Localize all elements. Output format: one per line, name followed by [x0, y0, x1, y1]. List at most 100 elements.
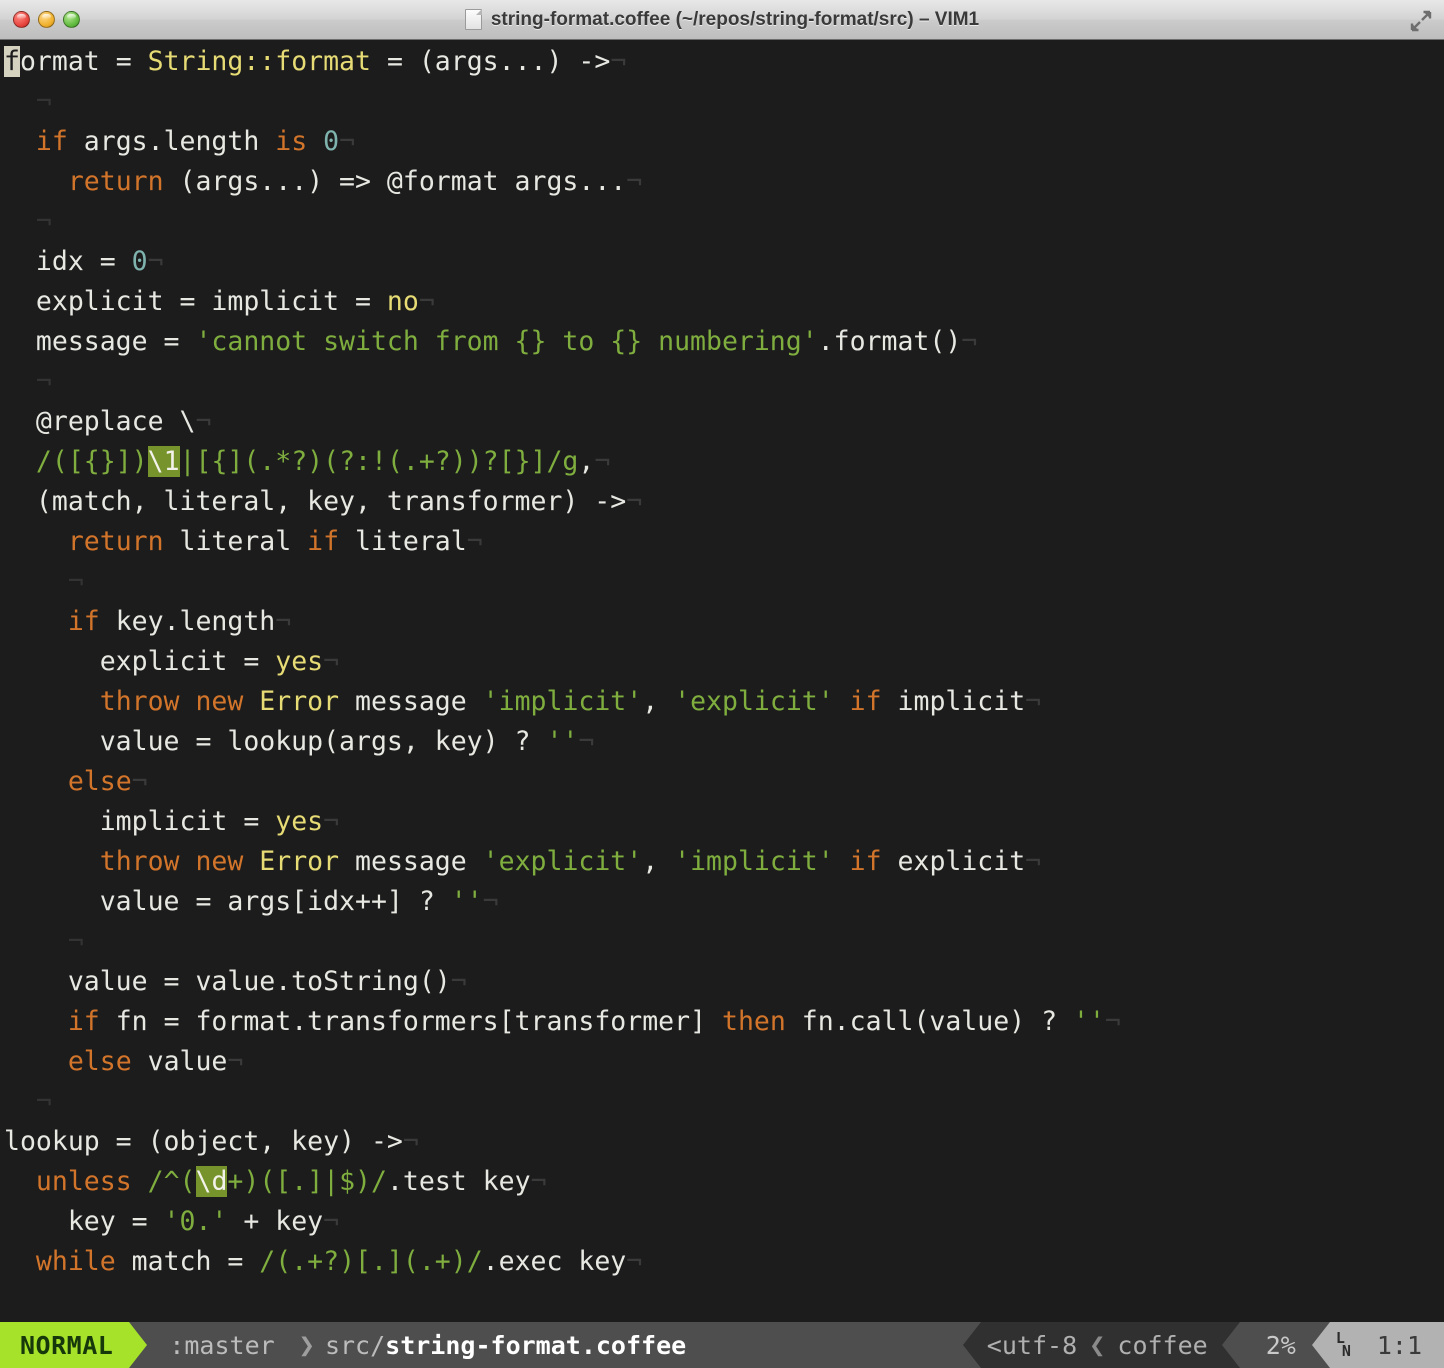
code-token: if — [67, 1006, 100, 1037]
code-token: ¬ — [323, 1206, 340, 1237]
code-token: .exec key — [482, 1246, 627, 1277]
code-line: while match = /(.+?)[.](.+)/.exec key¬ — [0, 1242, 1444, 1282]
code-token: key = — [4, 1206, 164, 1237]
mode-separator-arrow-icon — [129, 1322, 148, 1368]
code-line: value = value.toString()¬ — [0, 962, 1444, 1002]
code-token: = (args...) -> — [370, 46, 611, 77]
window-controls — [13, 11, 80, 28]
line-glyph-bottom: N — [1341, 1342, 1351, 1360]
code-token: (match, literal, key, transformer) -> — [4, 486, 627, 517]
code-line: return (args...) => @format args...¬ — [0, 162, 1444, 202]
code-token: '' — [450, 886, 483, 917]
code-token: ¬ — [961, 326, 978, 357]
code-token: 0 — [323, 126, 340, 157]
code-token: ¬ — [626, 166, 643, 197]
code-token: ¬ — [1025, 846, 1042, 877]
code-token: fn.call(value) ? — [785, 1006, 1073, 1037]
code-token: ¬ — [35, 206, 52, 237]
code-token: +)([.]|$)/ — [227, 1166, 387, 1197]
editor-pane[interactable]: format = String::format = (args...) ->¬ … — [0, 40, 1444, 1322]
code-token: throw new — [99, 686, 244, 717]
code-line: else¬ — [0, 762, 1444, 802]
code-line: explicit = yes¬ — [0, 642, 1444, 682]
code-token: Error — [259, 846, 340, 877]
code-token: value — [131, 1046, 228, 1077]
code-token: ¬ — [626, 486, 643, 517]
code-token: literal — [163, 526, 308, 557]
code-token: message — [339, 686, 483, 717]
status-filler — [692, 1322, 963, 1368]
code-token: if — [849, 846, 882, 877]
code-token: ¬ — [323, 806, 340, 837]
code-token: \d — [195, 1166, 228, 1197]
code-token: ¬ — [418, 286, 435, 317]
window-title: string-format.coffee (~/repos/string-for… — [490, 8, 980, 30]
zoom-button-icon[interactable] — [63, 11, 80, 28]
code-token: String::format — [147, 46, 371, 77]
code-line: ¬ — [0, 1082, 1444, 1122]
code-token: is — [275, 126, 308, 157]
encoding-separator-icon: ❮ — [1089, 1329, 1106, 1361]
percent-separator-arrow-icon — [1221, 1322, 1240, 1368]
code-token: |[{](.*?)(?:!(.+?))?[}]/g — [179, 446, 579, 477]
code-line: lookup = (object, key) ->¬ — [0, 1122, 1444, 1162]
code-token: .test key — [386, 1166, 531, 1197]
code-token: ¬ — [323, 646, 340, 677]
code-line: throw new Error message 'explicit', 'imp… — [0, 842, 1444, 882]
code-token: if — [67, 606, 100, 637]
code-token: 'explicit' — [674, 686, 834, 717]
code-token: ¬ — [530, 1166, 547, 1197]
code-line: format = String::format = (args...) ->¬ — [0, 42, 1444, 82]
code-token: then — [721, 1006, 786, 1037]
code-token: /(.+?)[.](.+)/ — [259, 1246, 483, 1277]
code-token: , — [642, 846, 675, 877]
status-mode: NORMAL — [0, 1322, 130, 1368]
code-token: , — [642, 686, 675, 717]
code-token: ¬ — [610, 46, 627, 77]
code-line: (match, literal, key, transformer) ->¬ — [0, 482, 1444, 522]
code-line: idx = 0¬ — [0, 242, 1444, 282]
code-token: if — [35, 126, 68, 157]
close-button-icon[interactable] — [13, 11, 30, 28]
code-token: 'implicit' — [482, 686, 643, 717]
status-encoding: <utf-8 — [987, 1331, 1077, 1360]
code-buffer[interactable]: format = String::format = (args...) ->¬ … — [0, 42, 1444, 1282]
code-line: @replace \¬ — [0, 402, 1444, 442]
code-token: if — [849, 686, 882, 717]
code-token: no — [386, 286, 419, 317]
vim-window: string-format.coffee (~/repos/string-for… — [0, 0, 1444, 1368]
status-filetype: coffee — [1117, 1330, 1208, 1360]
code-token: ¬ — [67, 566, 84, 597]
code-token: 'cannot switch from {} to {} numbering' — [195, 326, 818, 357]
status-git-branch: :master — [147, 1322, 289, 1368]
code-token: return — [67, 166, 164, 197]
code-token: ¬ — [35, 86, 52, 117]
status-file-path: src/string-format.coffee — [324, 1322, 693, 1368]
code-token: 'implicit' — [674, 846, 834, 877]
minimize-button-icon[interactable] — [38, 11, 55, 28]
code-token: value = lookup(args, key) ? — [4, 726, 547, 757]
code-token: '' — [1073, 1006, 1105, 1037]
line-number-icon: L N — [1336, 1331, 1351, 1360]
position-separator-arrow-icon — [1311, 1322, 1330, 1368]
fullscreen-expand-icon[interactable] — [1409, 9, 1433, 33]
code-token: else — [67, 766, 132, 797]
code-token: ¬ — [626, 1246, 643, 1277]
code-token: ¬ — [450, 966, 467, 997]
code-token: key.length — [99, 606, 276, 637]
code-line: implicit = yes¬ — [0, 802, 1444, 842]
code-token: '0.' — [163, 1206, 228, 1237]
code-token: + key — [227, 1206, 324, 1237]
